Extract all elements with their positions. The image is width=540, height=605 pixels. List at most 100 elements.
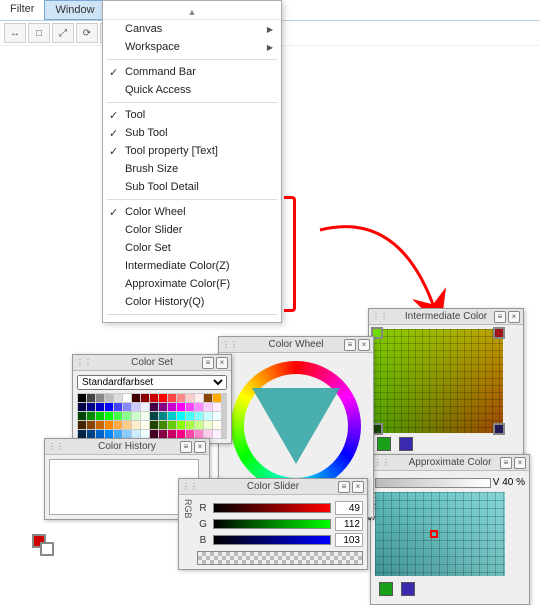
color-swatch[interactable] [96,394,104,402]
menu-item[interactable]: Sub Tool [103,124,281,142]
toolbar-button-0[interactable]: ↔ [4,23,26,43]
color-swatch[interactable] [177,403,185,411]
panel-close-icon[interactable]: × [508,311,520,323]
bottom-swatch[interactable] [377,437,391,451]
color-swatch[interactable] [123,394,131,402]
color-swatch[interactable] [213,412,221,420]
panel-close-icon[interactable]: × [514,457,526,469]
menu-item[interactable]: Canvas [103,20,281,38]
color-swatch[interactable] [186,430,194,438]
color-swatch[interactable] [168,412,176,420]
menu-item[interactable]: Quick Access [103,81,281,99]
color-swatch[interactable] [168,430,176,438]
bottom-swatch[interactable] [379,582,393,596]
menu-item[interactable]: Command Bar [103,63,281,81]
panel-menu-icon[interactable]: ≡ [494,311,506,323]
color-history-area[interactable] [49,459,199,515]
color-swatch[interactable] [96,430,104,438]
color-swatch[interactable] [168,403,176,411]
color-swatch[interactable] [213,403,221,411]
color-swatch[interactable] [177,412,185,420]
color-swatch[interactable] [78,430,86,438]
color-swatch[interactable] [150,430,158,438]
color-swatch[interactable] [78,412,86,420]
color-swatch[interactable] [87,421,95,429]
color-swatch[interactable] [204,394,212,402]
panel-title[interactable]: ⋮⋮ Color History ≡× [45,439,209,455]
grip-icon[interactable]: ⋮⋮ [372,312,388,321]
color-swatch[interactable] [159,412,167,420]
panel-title[interactable]: ⋮⋮ Color Wheel ≡× [219,337,373,353]
color-swatch[interactable] [213,430,221,438]
panel-menu-icon[interactable]: ≡ [180,441,192,453]
color-swatch[interactable] [177,421,185,429]
panel-color-set[interactable]: ⋮⋮ Color Set ≡× Standardfarbset [72,354,232,444]
color-swatch[interactable] [114,394,122,402]
panel-title[interactable]: ⋮⋮ Approximate Color ≡× [371,455,529,471]
grip-icon[interactable]: ⋮⋮ [222,340,238,349]
color-swatch[interactable] [123,412,131,420]
color-swatch[interactable] [195,430,203,438]
panel-title[interactable]: ⋮⋮ Intermediate Color ≡× [369,309,523,325]
color-swatch[interactable] [87,430,95,438]
menu-item[interactable]: Brush Size [103,160,281,178]
bg-color-swatch[interactable] [40,542,54,556]
color-swatch[interactable] [177,394,185,402]
menu-item[interactable]: Intermediate Color(Z) [103,257,281,275]
panel-menu-icon[interactable]: ≡ [500,457,512,469]
color-swatch[interactable] [123,403,131,411]
color-swatch[interactable] [105,394,113,402]
color-swatch[interactable] [96,421,104,429]
color-swatch[interactable] [105,403,113,411]
grip-icon[interactable]: ⋮⋮ [48,442,64,451]
slider-bar[interactable] [213,503,331,513]
grip-icon[interactable]: ⋮⋮ [374,458,390,467]
color-swatch[interactable] [159,403,167,411]
color-swatch[interactable] [159,394,167,402]
toolbar-button-1[interactable]: □ [28,23,50,43]
color-swatch[interactable] [78,394,86,402]
color-swatch[interactable] [132,421,140,429]
toolbar-button-3[interactable]: ⟳ [76,23,98,43]
colorset-select[interactable]: Standardfarbset [77,375,227,390]
color-swatch[interactable] [204,412,212,420]
color-swatch[interactable] [177,430,185,438]
menu-item[interactable]: Color Set [103,239,281,257]
intermediate-color-grid[interactable] [373,329,503,433]
dropdown-collapse-icon[interactable]: ▲ [103,5,281,20]
panel-close-icon[interactable]: × [194,441,206,453]
menu-item[interactable]: Sub Tool Detail [103,178,281,196]
color-swatch[interactable] [213,394,221,402]
color-swatch[interactable] [159,430,167,438]
color-swatch[interactable] [150,421,158,429]
color-swatch[interactable] [195,403,203,411]
color-swatch[interactable] [186,394,194,402]
menu-item[interactable]: Tool property [Text] [103,142,281,160]
menu-item[interactable]: Color History(Q) [103,293,281,311]
slider-mode-tabs[interactable]: RGB [183,499,193,565]
panel-close-icon[interactable]: × [352,481,364,493]
color-swatch[interactable] [87,412,95,420]
approximate-s-bar[interactable] [375,478,491,488]
panel-title[interactable]: ⋮⋮ Color Set ≡× [73,355,231,371]
color-wheel-triangle[interactable] [252,388,340,464]
color-swatch[interactable] [114,421,122,429]
corner-swatch-br[interactable] [493,423,505,435]
color-swatch[interactable] [87,403,95,411]
color-swatch[interactable] [213,421,221,429]
panel-close-icon[interactable]: × [216,357,228,369]
panel-close-icon[interactable]: × [358,339,370,351]
color-swatch[interactable] [141,412,149,420]
color-swatch[interactable] [195,394,203,402]
bottom-swatch[interactable] [399,437,413,451]
bottom-swatch[interactable] [401,582,415,596]
panel-approximate-color[interactable]: ⋮⋮ Approximate Color ≡× V 40 % S 40 % [370,454,530,605]
color-swatch[interactable] [168,421,176,429]
slider-value[interactable] [335,517,363,531]
color-swatch[interactable] [195,421,203,429]
color-swatch[interactable] [123,421,131,429]
grip-icon[interactable]: ⋮⋮ [76,358,92,367]
color-swatch[interactable] [132,430,140,438]
grip-icon[interactable]: ⋮⋮ [182,482,198,491]
slider-mode-label[interactable]: RGB [183,499,193,519]
